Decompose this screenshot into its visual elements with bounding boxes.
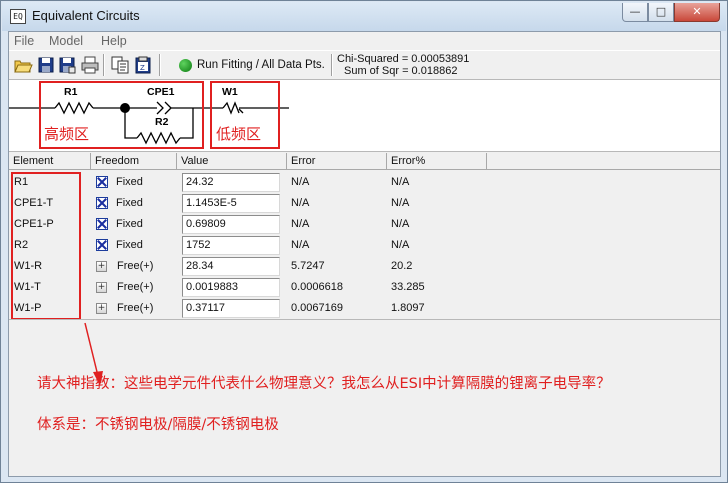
error-cell: 0.0067169	[291, 302, 343, 314]
toolbar-separator	[103, 54, 105, 76]
free-plus-icon[interactable]: +	[96, 261, 107, 272]
print-icon[interactable]	[80, 55, 100, 75]
table-row[interactable]: CPE1-T Fixed 1.1453E-5 N/A N/A	[9, 193, 720, 214]
table-row[interactable]: R1 Fixed 24.32 N/A N/A	[9, 172, 720, 193]
circuit-diagram: R1 CPE1 R2 W1 高频区 低频区	[9, 79, 720, 152]
column-error[interactable]: Error	[287, 153, 387, 170]
save-as-icon[interactable]	[57, 55, 77, 75]
copy-icon[interactable]	[110, 55, 130, 75]
toolbar-separator	[331, 54, 333, 76]
menu-model[interactable]: Model	[49, 34, 83, 48]
freedom-cell: Fixed	[116, 218, 143, 230]
error-cell: N/A	[291, 176, 310, 188]
element-column-highlight	[11, 172, 81, 320]
freedom-cell: Fixed	[116, 197, 143, 209]
svg-text:Z: Z	[140, 64, 145, 72]
app-icon: EQ	[10, 9, 26, 24]
fixed-x-icon[interactable]	[96, 176, 108, 188]
error-pct-cell: 20.2	[391, 260, 413, 272]
freedom-cell: Free(+)	[117, 281, 154, 293]
annotation-area: 请大神指教：这些电学元件代表什么物理意义？我怎么从ESI中计算隔膜的锂离子电导率…	[9, 319, 720, 476]
free-plus-icon[interactable]: +	[96, 282, 107, 293]
table-row[interactable]: W1-T + Free(+) 0.0019883 0.0006618 33.285	[9, 277, 720, 298]
table-row[interactable]: R2 Fixed 1752 N/A N/A	[9, 235, 720, 256]
system-description-text: 体系是：不锈钢电极/隔膜/不锈钢电极	[37, 417, 279, 433]
freedom-cell: Free(+)	[117, 260, 154, 272]
freedom-cell: Fixed	[116, 176, 143, 188]
value-field[interactable]: 28.34	[182, 257, 280, 276]
error-cell: 0.0006618	[291, 281, 343, 293]
column-value[interactable]: Value	[177, 153, 287, 170]
error-pct-cell: N/A	[391, 218, 410, 230]
freedom-cell: Free(+)	[117, 302, 154, 314]
error-pct-cell: 1.8097	[391, 302, 425, 314]
error-pct-cell: N/A	[391, 239, 410, 251]
table-row[interactable]: CPE1-P Fixed 0.69809 N/A N/A	[9, 214, 720, 235]
value-field[interactable]: 0.37117	[182, 299, 280, 318]
run-fitting-button[interactable]: Run Fitting / All Data Pts.	[197, 59, 325, 71]
client-area: File Model Help Z Run Fitting / All Data…	[8, 31, 721, 477]
value-field[interactable]: 0.69809	[182, 215, 280, 234]
equivalent-circuits-window: EQ Equivalent Circuits — □ ✕ File Model …	[0, 0, 728, 483]
window-title: Equivalent Circuits	[32, 8, 140, 23]
table-row[interactable]: W1-R + Free(+) 28.34 5.7247 20.2	[9, 256, 720, 277]
freedom-cell: Fixed	[116, 239, 143, 251]
fixed-x-icon[interactable]	[96, 239, 108, 251]
chi-squared-readout: Chi-Squared = 0.00053891	[337, 53, 470, 65]
value-field[interactable]: 0.0019883	[182, 278, 280, 297]
sum-of-sqr-readout: Sum of Sqr = 0.018862	[344, 65, 458, 77]
parameter-table: Element Freedom Value Error Error% R1 Fix…	[9, 153, 720, 320]
menu-file[interactable]: File	[14, 34, 34, 48]
run-fitting-icon[interactable]	[179, 59, 192, 72]
column-error-pct[interactable]: Error%	[387, 153, 487, 170]
table-header: Element Freedom Value Error Error%	[9, 153, 720, 170]
error-cell: N/A	[291, 239, 310, 251]
error-pct-cell: N/A	[391, 176, 410, 188]
toolbar: Z Run Fitting / All Data Pts. Chi-Square…	[9, 50, 720, 78]
close-button[interactable]: ✕	[674, 3, 720, 22]
minimize-button[interactable]: —	[622, 3, 648, 22]
fixed-x-icon[interactable]	[96, 197, 108, 209]
low-frequency-label: 低频区	[216, 125, 262, 143]
value-field[interactable]: 1752	[182, 236, 280, 255]
error-cell: N/A	[291, 218, 310, 230]
value-field[interactable]: 1.1453E-5	[182, 194, 280, 213]
menu-help[interactable]: Help	[101, 34, 127, 48]
clipboard-icon[interactable]: Z	[133, 55, 153, 75]
error-pct-cell: 33.285	[391, 281, 425, 293]
save-icon[interactable]	[36, 55, 56, 75]
fixed-x-icon[interactable]	[96, 218, 108, 230]
maximize-button[interactable]: □	[648, 3, 674, 22]
table-row[interactable]: W1-P + Free(+) 0.37117 0.0067169 1.8097	[9, 298, 720, 319]
free-plus-icon[interactable]: +	[96, 303, 107, 314]
high-frequency-label: 高频区	[44, 125, 90, 143]
toolbar-separator	[159, 54, 161, 76]
error-pct-cell: N/A	[391, 197, 410, 209]
column-freedom[interactable]: Freedom	[91, 153, 177, 170]
error-cell: 5.7247	[291, 260, 325, 272]
value-field[interactable]: 24.32	[182, 173, 280, 192]
error-cell: N/A	[291, 197, 310, 209]
title-bar[interactable]: EQ Equivalent Circuits — □ ✕	[2, 2, 726, 31]
menu-bar: File Model Help	[9, 32, 720, 50]
column-element[interactable]: Element	[9, 153, 91, 170]
question-text: 请大神指教：这些电学元件代表什么物理意义？我怎么从ESI中计算隔膜的锂离子电导率…	[37, 376, 611, 392]
open-folder-icon[interactable]	[13, 55, 33, 75]
